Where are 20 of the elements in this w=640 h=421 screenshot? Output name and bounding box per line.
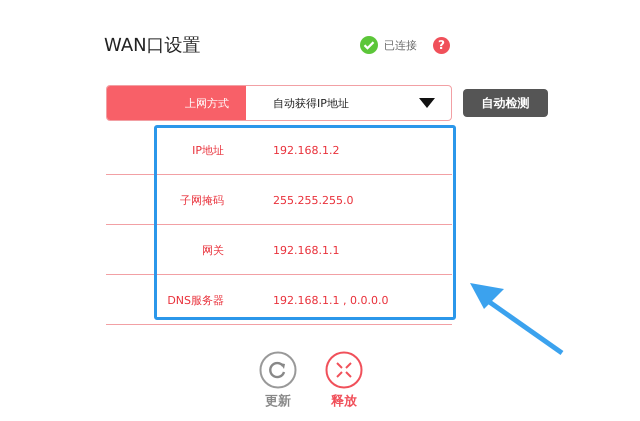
page-title: WAN口设置 — [104, 34, 201, 57]
field-value: 255.255.255.0 — [273, 194, 354, 207]
field-label: 上网方式 — [107, 86, 246, 120]
renew-button[interactable]: 更新 — [265, 392, 291, 410]
connection-status: 已连接 — [384, 38, 417, 52]
connection-type-select[interactable]: 上网方式 自动获得IP地址 — [106, 85, 452, 121]
field-value: 192.168.1.1 , 0.0.0.0 — [273, 294, 388, 307]
field-label: 子网掩码 — [179, 193, 224, 208]
arrows-inward-icon[interactable] — [325, 351, 363, 389]
field-label: 网关 — [201, 243, 224, 258]
field-label: DNS服务器 — [166, 293, 224, 308]
release-button[interactable]: 释放 — [331, 392, 357, 410]
auto-detect-button[interactable]: 自动检测 — [463, 89, 548, 117]
caret-icon — [419, 98, 435, 108]
refresh-icon[interactable] — [259, 351, 297, 389]
field-label: IP地址 — [191, 143, 224, 158]
field-value: 192.168.1.1 — [273, 244, 340, 257]
check-icon — [360, 36, 378, 54]
field-value: 192.168.1.2 — [273, 144, 340, 157]
help-icon[interactable]: ? — [433, 36, 450, 54]
